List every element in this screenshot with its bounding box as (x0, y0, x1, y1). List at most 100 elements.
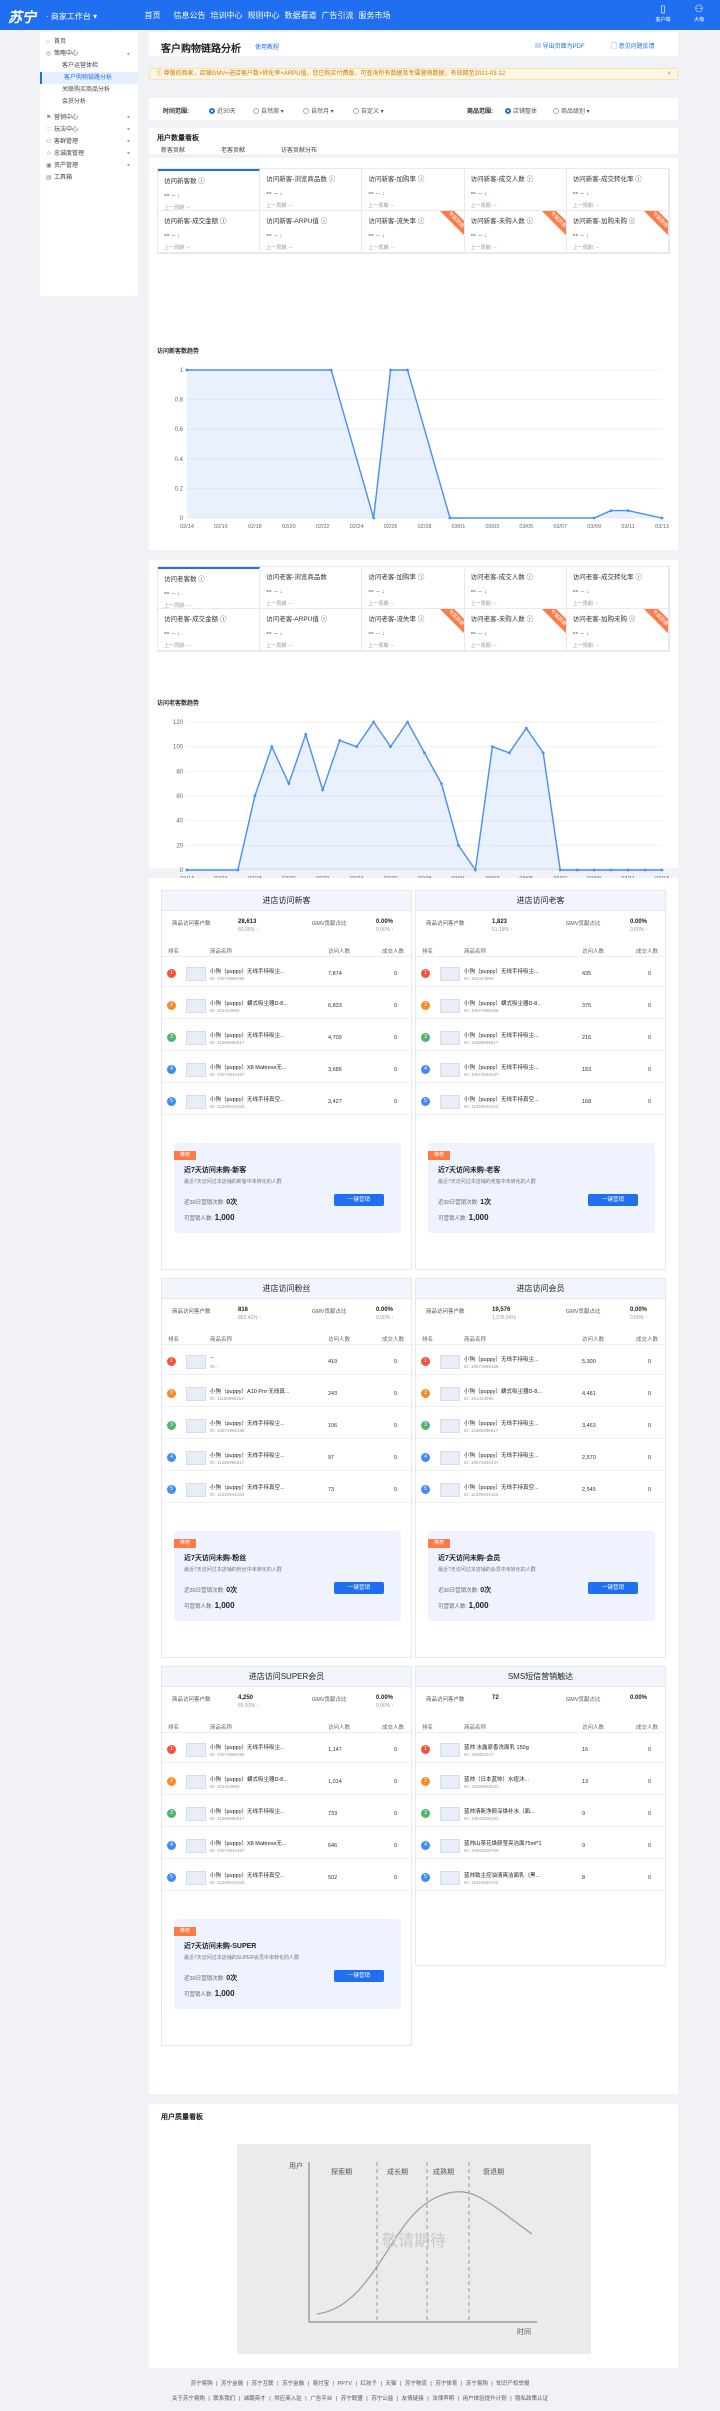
table-row[interactable]: 3 小狗（puppy）无线手持吸尘... ID: 10574886156 106 0 (162, 1413, 413, 1439)
product-name[interactable]: 小狗（puppy）无线手持吸尘... (210, 1419, 306, 1427)
close-icon[interactable]: × (667, 69, 671, 79)
product-name[interactable]: 小狗（puppy）无线手持吸尘... (464, 1419, 560, 1427)
metric-card[interactable]: 访问新客-流失率 ⓘ -- -- ↓ 上一周期: -- 专属数据 (362, 211, 465, 253)
product-name[interactable]: -- (210, 1355, 306, 1361)
product-name[interactable]: 小狗（puppy）螨式吸尘器D-8... (210, 1775, 306, 1783)
nav-data[interactable]: 数据看道 (282, 10, 319, 21)
metric-card[interactable]: 访问老客-成交金额 ⓘ -- -- ↓ 上一周期: -- (158, 609, 261, 651)
table-row[interactable]: 2 小狗（puppy）螨式吸尘器D-8... ID: 101444990 1,014 0 (162, 1769, 413, 1795)
product-name[interactable]: 蓝帅山茶花焕颜莹亮洁面75ml*1 (464, 1839, 560, 1847)
table-row[interactable]: 3 小狗（puppy）无线手持吸尘... ID: 11585986617 733 0 (162, 1801, 413, 1827)
table-row[interactable]: 4 小狗（puppy）无线手持吸尘... ID: 11585986617 97 0 (162, 1445, 413, 1471)
workbench-switcher[interactable]: · 商家工作台 ▾ (46, 11, 97, 22)
tab-old-customers[interactable]: 老客贡献 (221, 145, 245, 154)
table-row[interactable]: 2 小狗（puppy）螨式吸尘器D-8... ID: 101444990 4,481 0 (416, 1381, 667, 1407)
nav-training[interactable]: 培训中心 (208, 10, 245, 21)
product-name[interactable]: 小狗（puppy）螨式吸尘器D-8... (210, 999, 306, 1007)
table-row[interactable]: 2 小狗（puppy）螨式吸尘器D-8... ID: 10574886156 375 0 (416, 993, 667, 1019)
sidebar-item[interactable]: ⌂ 首页 (40, 36, 138, 48)
product-name[interactable]: 小狗（puppy）A10 Pro 无线真... (210, 1387, 306, 1395)
table-row[interactable]: 2 小狗（puppy）螨式吸尘器D-8... ID: 101444990 6,833 0 (162, 993, 413, 1019)
product-name[interactable]: 小狗（puppy）无线手持吸尘... (464, 1355, 560, 1363)
table-row[interactable]: 5 小狗（puppy）无线手持真空... ID: 11330944153 2,545 0 (416, 1477, 667, 1503)
tab-visitor-distribution[interactable]: 访客贡献分布 (281, 145, 317, 154)
product-name[interactable]: 小狗（puppy）无线手持真空... (464, 1095, 560, 1103)
sidebar-item[interactable]: ⚑ 营销中心 ▾ (40, 112, 138, 124)
sidebar-item[interactable]: ☆ 忠诚度管理 ▾ (40, 148, 138, 160)
export-pdf-button[interactable]: ▤ 导出页面为PDF (535, 41, 585, 50)
table-row[interactable]: 2 小狗（puppy）A10 Pro 无线真... ID: 11180996152 2… (162, 1381, 413, 1407)
one-click-marketing-button[interactable]: 一键营销 (588, 1582, 638, 1594)
one-click-marketing-button[interactable]: 一键营销 (334, 1194, 384, 1206)
user-button[interactable]: ⚇ 大咖 (686, 4, 712, 23)
time-option-month[interactable]: 自然月 ▾ (303, 106, 334, 115)
metric-card[interactable]: 访问老客-流失率 ⓘ -- -- ↓ 上一周期: -- 专属数据 (362, 609, 465, 651)
sidebar-item[interactable]: 关联购买商品分析 (40, 84, 138, 96)
product-name[interactable]: 蓝帅（日本蓝帅）水痘沐... (464, 1775, 560, 1783)
metric-card[interactable]: 访问新客-成交金额 ⓘ -- -- ↓ 上一周期: -- (158, 211, 261, 253)
table-row[interactable]: 3 小狗（puppy）无线手持吸尘... ID: 11585986617 3,463 0 (416, 1413, 667, 1439)
footer-links-1[interactable]: 苏宁易购 | 苏宁金融 | 苏宁互联 | 苏宁金融 | 易付宝 | PPTV |… (0, 2379, 720, 2387)
product-name[interactable]: 小狗（puppy）螨式吸尘器D-8... (464, 1387, 560, 1395)
one-click-marketing-button[interactable]: 一键营销 (334, 1582, 384, 1594)
table-row[interactable]: 4 小狗（puppy）X8 Mattress无... ID: 10574840437… (162, 1057, 413, 1083)
product-name[interactable]: 小狗（puppy）无线手持吸尘... (210, 967, 306, 975)
product-name[interactable]: 小狗（puppy）无线手持吸尘... (210, 1743, 306, 1751)
product-name[interactable]: 蓝帅致主控油清爽洁面乳（黑... (464, 1871, 560, 1879)
one-click-marketing-button[interactable]: 一键营销 (588, 1194, 638, 1206)
metric-card[interactable]: 访问新客-浏览商品数 ⓘ -- -- ↓ 上一周期: -- (260, 169, 363, 211)
sidebar-item[interactable]: ▣ 资产管理 ▾ (40, 160, 138, 172)
product-name[interactable]: 小狗（puppy）无线手持吸尘... (464, 967, 560, 975)
metric-card[interactable]: 访问新客-未购人数 ⓘ -- -- ↓ 上一周期: -- 专属数据 (464, 211, 567, 253)
nav-market[interactable]: 服务市场 (356, 10, 393, 21)
table-row[interactable]: 5 蓝帅致主控油清爽洁面乳（黑... ID: 11046460102 8 0 (416, 1865, 667, 1891)
product-name[interactable]: 小狗（puppy）无线手持吸尘... (210, 1031, 306, 1039)
metric-card[interactable]: 访问老客-成交人数 ⓘ -- -- ↓ 上一周期: -- (464, 567, 567, 609)
metric-card[interactable]: 访问老客-浏览商品数 -- -- ↓ 上一周期: -- (260, 567, 363, 609)
nav-home[interactable]: 首页 (134, 10, 171, 21)
product-name[interactable]: 小狗（puppy）无线手持吸尘... (464, 1451, 560, 1459)
product-name[interactable]: 小狗（puppy）无线手持真空... (464, 1483, 560, 1491)
nav-ads[interactable]: 广告引流 (319, 10, 356, 21)
table-row[interactable]: 3 小狗（puppy）无线手持吸尘... ID: 11585986617 4,709 0 (162, 1025, 413, 1051)
tutorial-link[interactable]: 使用教程 (255, 42, 279, 51)
metric-card[interactable]: 访问新客-加购率 ⓘ -- -- ↓ 上一周期: -- (362, 169, 465, 211)
sidebar-item[interactable]: ▤ 工具箱 (40, 172, 138, 184)
table-row[interactable]: 1 蓝帅 水露原香洗面乳 150g ID: 169882347 16 0 (416, 1737, 667, 1763)
sidebar-item[interactable]: ⚇ 客群管理 ▾ (40, 136, 138, 148)
sidebar-item[interactable]: 客户购物链路分析 (40, 72, 138, 84)
product-name[interactable]: 小狗（puppy）X8 Mattress无... (210, 1063, 306, 1071)
product-name[interactable]: 小狗（puppy）无线手持吸尘... (464, 1063, 560, 1071)
metric-card[interactable]: 访问新客-成交转化率 ⓘ -- -- ↓ 上一周期: -- (566, 169, 669, 211)
product-option-level[interactable]: 商品级别 ▾ (553, 106, 590, 115)
product-name[interactable]: 小狗（puppy）无线手持真空... (210, 1095, 306, 1103)
product-name[interactable]: 蓝帅清新净颜深焕补水（面... (464, 1807, 560, 1815)
product-name[interactable]: 小狗（puppy）无线手持吸尘... (210, 1807, 306, 1815)
sidebar-item[interactable]: ◎ 策略中心 ▴ (40, 48, 138, 60)
table-row[interactable]: 5 小狗（puppy）无线手持真空... ID: 11330944153 3,427 0 (162, 1089, 413, 1115)
product-name[interactable]: 小狗（puppy）无线手持真空... (210, 1871, 306, 1879)
metric-card[interactable]: 访问老客-未购人数 ⓘ -- -- ↓ 上一周期: -- 专属数据 (464, 609, 567, 651)
table-row[interactable]: 5 小狗（puppy）无线手持真空... ID: 11330944153 168 0 (416, 1089, 667, 1115)
nav-notices[interactable]: 信息公告 (171, 10, 208, 21)
table-row[interactable]: 1 -- ID: -- 419 0 (162, 1349, 413, 1375)
product-name[interactable]: 小狗（puppy）无线手持吸尘... (210, 1451, 306, 1459)
table-row[interactable]: 4 小狗（puppy）X8 Mattress无... ID: 10574840437… (162, 1833, 413, 1859)
time-option-custom[interactable]: 自定义 ▾ (353, 106, 384, 115)
metric-card[interactable]: 访问新客-加购未购 ⓘ -- -- ↓ 上一周期: -- 专属数据 (566, 211, 669, 253)
table-row[interactable]: 1 小狗（puppy）无线手持吸尘... ID: 10574886156 5,300 0 (416, 1349, 667, 1375)
metric-card[interactable]: 访问老客-成交转化率 ⓘ -- -- ↓ 上一周期: -- (566, 567, 669, 609)
metric-card[interactable]: 访问新客数 ⓘ -- -- ↓ 上一周期: -- (158, 169, 261, 211)
one-click-marketing-button[interactable]: 一键营销 (334, 1970, 384, 1982)
product-name[interactable]: 小狗（puppy）螨式吸尘器D-8... (464, 999, 560, 1007)
metric-card[interactable]: 访问老客-ARPU值 ⓘ -- -- ↓ 上一周期: -- (260, 609, 363, 651)
time-option-week[interactable]: 自然周 ▾ (253, 106, 284, 115)
metric-card[interactable]: 访问老客-加购未购 ⓘ -- -- ↓ 上一周期: -- 专属数据 (566, 609, 669, 651)
product-option-store[interactable]: 店铺整体 (505, 106, 537, 115)
product-name[interactable]: 小狗（puppy）无线手持吸尘... (464, 1031, 560, 1039)
table-row[interactable]: 5 小狗（puppy）无线手持真空... ID: 11330944153 73 0 (162, 1477, 413, 1503)
client-button[interactable]: ▯ 客户端 (650, 4, 676, 23)
table-row[interactable]: 4 小狗（puppy）无线手持吸尘... ID: 10574840437 183 0 (416, 1057, 667, 1083)
product-name[interactable]: 小狗（puppy）X8 Mattress无... (210, 1839, 306, 1847)
product-name[interactable]: 小狗（puppy）无线手持真空... (210, 1483, 306, 1491)
